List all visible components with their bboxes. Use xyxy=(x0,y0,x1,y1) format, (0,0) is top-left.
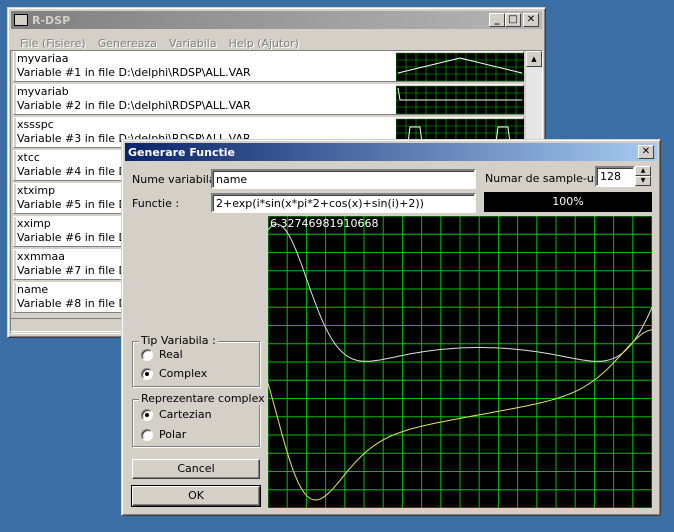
stepper-down-icon[interactable]: ▼ xyxy=(635,176,651,186)
dialog-title: Generare Functie xyxy=(128,145,235,159)
list-item[interactable]: myvariab Variable #2 in file D:\delphi\RD… xyxy=(13,84,524,115)
menu-variabila[interactable]: Variabila xyxy=(169,37,217,50)
variable-name: myvariab xyxy=(17,85,69,98)
stepper-up-icon[interactable]: ▲ xyxy=(635,166,651,176)
tip-variabila-legend: Tip Variabila : xyxy=(139,334,218,347)
variable-name: xssspc xyxy=(17,118,54,131)
samples-stepper[interactable]: ▲ ▼ xyxy=(635,166,651,186)
ok-button[interactable]: OK xyxy=(131,485,261,507)
radio-real-label: Real xyxy=(159,348,183,361)
variable-description: Variable #2 in file D:\delphi\RDSP\ALL.V… xyxy=(17,99,251,112)
list-item-text: myvariab Variable #2 in file D:\delphi\RD… xyxy=(16,85,396,114)
list-item[interactable]: myvariaa Variable #1 in file D:\delphi\RD… xyxy=(13,51,524,82)
variable-thumbnail xyxy=(396,53,524,81)
minimize-button[interactable]: _ xyxy=(489,13,505,27)
app-icon xyxy=(14,14,28,26)
plot-value-label: 6.32746981910668 xyxy=(270,217,379,230)
main-title: R-DSP xyxy=(32,13,71,27)
list-item-text: myvariaa Variable #1 in file D:\delphi\RD… xyxy=(16,52,396,81)
dialog-close-button[interactable]: ✕ xyxy=(638,145,654,159)
radio-complex[interactable]: Complex xyxy=(141,367,207,380)
radio-complex-label: Complex xyxy=(159,367,208,380)
scroll-up-button[interactable]: ▲ xyxy=(526,51,542,67)
menu-file[interactable]: File (Fisiere) xyxy=(20,37,86,50)
radio-cartezian[interactable]: Cartezian xyxy=(141,408,212,421)
cancel-button[interactable]: Cancel xyxy=(132,459,260,479)
radio-real-dot[interactable] xyxy=(141,348,153,361)
name-input[interactable]: name xyxy=(211,169,476,189)
close-button[interactable]: ✕ xyxy=(523,13,539,27)
variable-description: Variable #1 in file D:\delphi\RDSP\ALL.V… xyxy=(17,66,251,79)
samples-label: Numar de sample-uri : xyxy=(485,172,609,185)
plot-svg xyxy=(267,215,653,509)
variable-name: myvariaa xyxy=(17,52,69,65)
radio-cartezian-dot[interactable] xyxy=(141,408,153,421)
reprezentare-complex-legend: Reprezentare complex : xyxy=(139,392,274,405)
variable-thumbnail xyxy=(396,86,524,114)
function-input[interactable]: 2+exp(i*sin(x*pi*2+cos(x)+sin(i)+2)) xyxy=(211,193,476,213)
maximize-button[interactable]: □ xyxy=(505,13,521,27)
progress-text: 100% xyxy=(552,195,584,208)
radio-complex-dot[interactable] xyxy=(141,367,153,380)
dialog-titlebar[interactable]: Generare Functie ✕ xyxy=(125,143,657,161)
menu-help[interactable]: Help (Ajutor) xyxy=(229,37,299,50)
radio-polar-label: Polar xyxy=(159,428,187,441)
name-label: Nume variabila : xyxy=(132,173,223,186)
menu-genereaza[interactable]: Genereaza xyxy=(98,37,157,50)
function-plot: 6.32746981910668 xyxy=(267,215,653,509)
samples-input[interactable]: 128 xyxy=(595,166,635,187)
radio-polar-dot[interactable] xyxy=(141,428,153,441)
function-label: Functie : xyxy=(132,197,180,210)
radio-polar[interactable]: Polar xyxy=(141,428,186,441)
radio-real[interactable]: Real xyxy=(141,348,183,361)
main-titlebar[interactable]: R-DSP _ □ ✕ xyxy=(11,11,542,29)
progress-bar: 100% xyxy=(484,192,652,212)
radio-cartezian-label: Cartezian xyxy=(159,408,212,421)
